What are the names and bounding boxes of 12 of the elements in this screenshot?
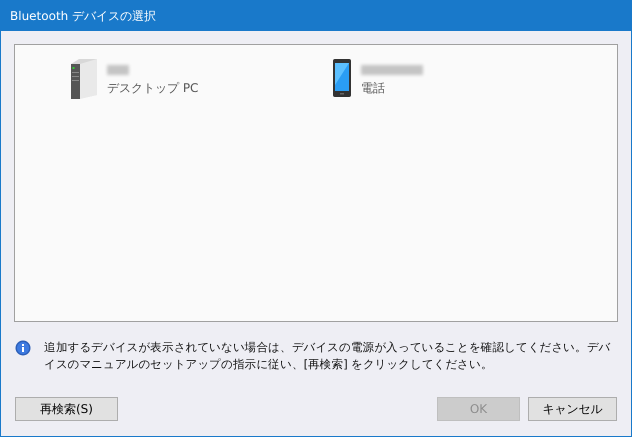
info-icon: [15, 340, 31, 356]
device-list[interactable]: デスクトップ PC 電話: [14, 44, 618, 322]
device-item[interactable]: デスクトップ PC: [71, 59, 333, 321]
window-title: Bluetooth デバイスの選択: [10, 8, 156, 25]
desktop-computer-icon: [71, 59, 97, 99]
rescan-button[interactable]: 再検索(S): [15, 397, 118, 421]
device-item[interactable]: 電話: [333, 59, 595, 321]
device-type-label: 電話: [361, 80, 386, 97]
info-message: 追加するデバイスが表示されていない場合は、デバイスの電源が入っていることを確認してください。デバイスのマニュアルのセットアップの指示に従い、[再検索] をクリックしてください。: [44, 339, 612, 373]
smartphone-icon: [333, 59, 351, 97]
cancel-button[interactable]: キャンセル: [528, 397, 617, 421]
device-type-label: デスクトップ PC: [107, 80, 198, 97]
